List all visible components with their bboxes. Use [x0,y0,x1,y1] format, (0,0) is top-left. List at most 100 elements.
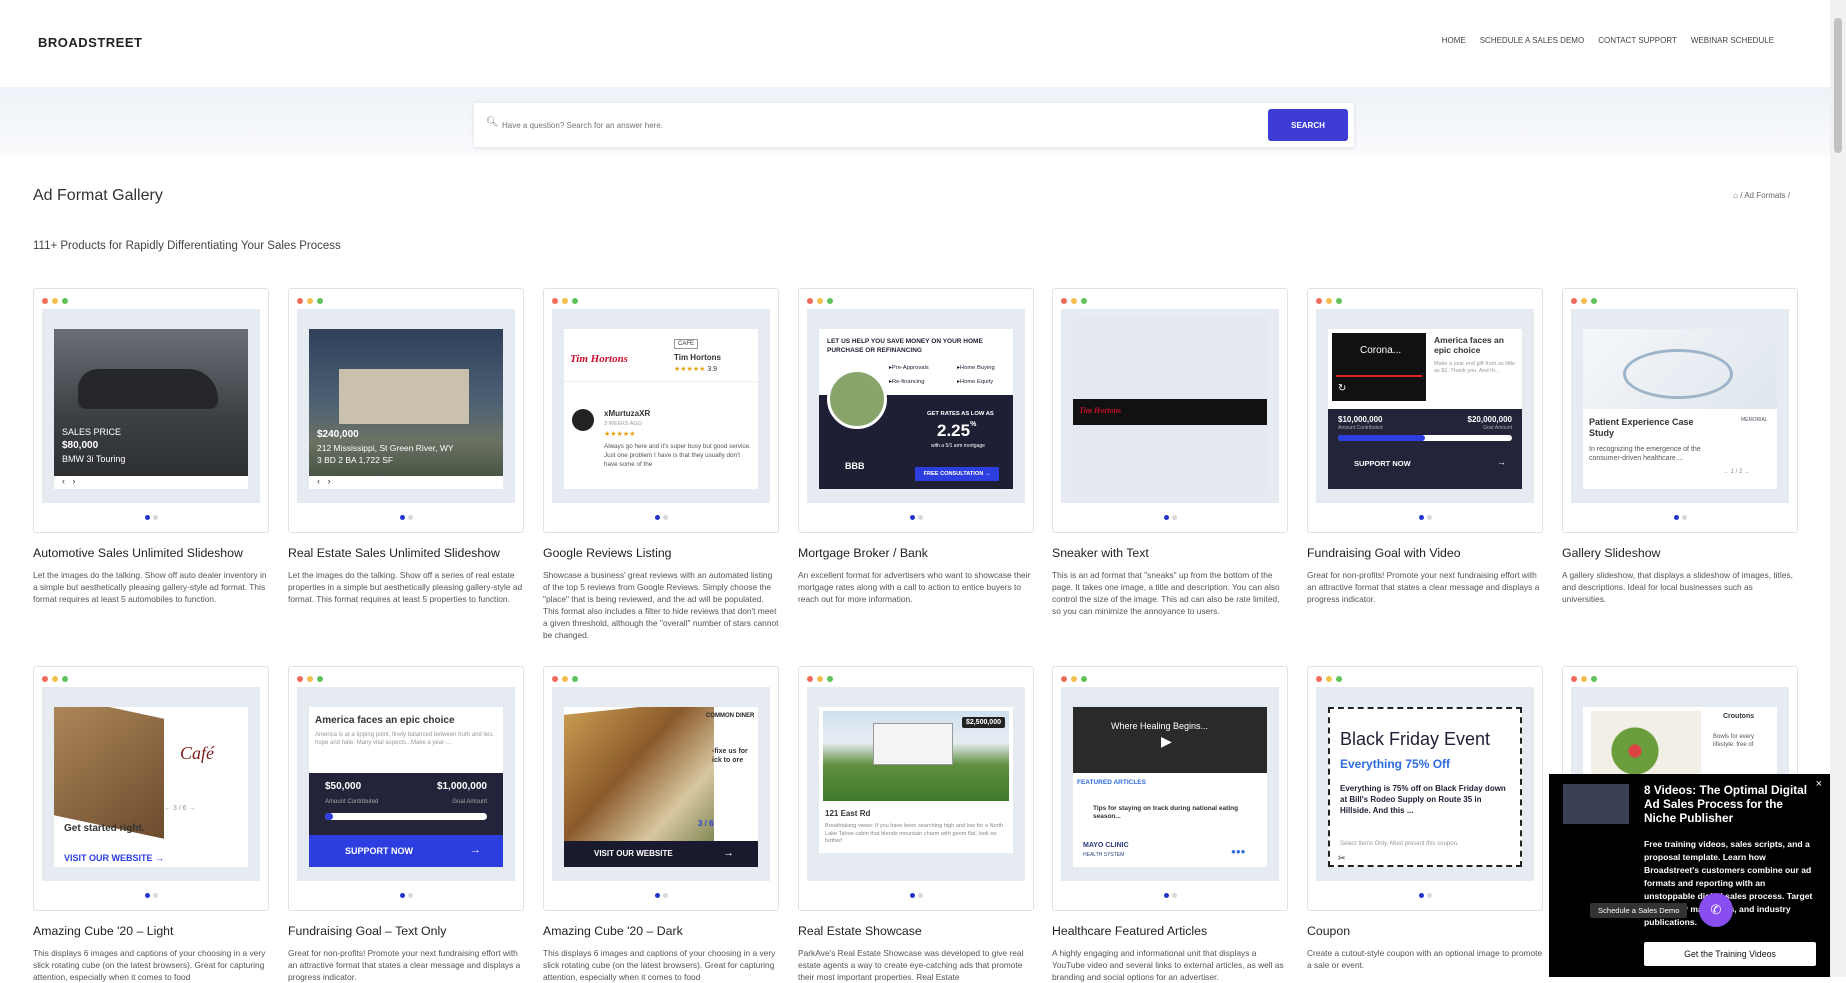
pager[interactable] [1308,893,1542,898]
slide-counter[interactable]: ← 1 / 2 → [1723,469,1750,475]
pager[interactable] [799,515,1033,520]
review-text: Always go here and it's super busy but g… [604,443,751,468]
pager[interactable] [1308,515,1542,520]
pager[interactable] [34,515,268,520]
sneaker-bar: Tim Hortons [1073,399,1267,425]
window-dots [297,298,323,304]
logo[interactable]: BROADSTREET [38,35,142,50]
ad-body: Bowls for every lifestyle: free of [1713,734,1755,748]
slide-arrows[interactable]: ‹ › [54,476,248,489]
fundraising-ad: Corona... ↻ America faces an epic choice… [1328,329,1522,489]
card-description: Great for non-profits! Promote your next… [288,948,521,982]
coupon-body: Everything is 75% off on Black Friday do… [1340,784,1506,815]
search-button[interactable]: SEARCH [1268,109,1348,141]
breadcrumb-text[interactable]: / Ad Formats / [1740,191,1790,200]
home-icon[interactable]: ⌂ [1733,191,1738,200]
close-icon[interactable]: × [1816,778,1822,790]
card-title[interactable]: Amazing Cube '20 – Light [33,924,269,938]
card-google-reviews[interactable]: Tim Hortons CAFE Tim Hortons ★★★★★ 3.9 x… [543,288,779,641]
support-button[interactable]: SUPPORT NOW [1354,459,1411,468]
pager[interactable] [544,515,778,520]
slide-arrows[interactable]: ‹ › [309,476,503,489]
pager[interactable] [1053,515,1287,520]
card-title[interactable]: Coupon [1307,924,1543,938]
page-title: Ad Format Gallery [33,187,163,204]
phone-icon[interactable]: ✆ [1699,893,1733,927]
scissors-icon: ✂ [1338,853,1346,863]
card-sneaker[interactable]: Tim Hortons Sneaker with Text This is an… [1052,288,1288,617]
card-title[interactable]: Automotive Sales Unlimited Slideshow [33,546,269,560]
visit-website-link[interactable]: VISIT OUR WEBSITE → [64,853,164,863]
side-text: -fixe us for ick to ore [712,748,748,764]
replay-icon[interactable]: ↻ [1338,383,1346,394]
card-mortgage[interactable]: LET US HELP YOU SAVE MONEY ON YOUR HOME … [798,288,1034,605]
pager[interactable] [289,515,523,520]
pager[interactable] [1053,893,1287,898]
search-input[interactable] [500,113,1200,137]
scrollbar-thumb[interactable] [1834,18,1842,153]
card-title[interactable]: Fundraising Goal with Video [1307,546,1543,560]
article-link[interactable]: Tips for staying on track during nationa… [1093,805,1243,821]
pager[interactable] [1563,515,1797,520]
sales-demo-tooltip[interactable]: Schedule a Sales Demo [1590,903,1688,918]
ad-body: America is at a tipping point, finely ba… [315,732,495,746]
training-videos-button[interactable]: Get the Training Videos [1644,942,1816,966]
card-title[interactable]: Gallery Slideshow [1562,546,1798,560]
video-player[interactable]: Corona... ↻ [1332,333,1426,401]
card-title[interactable]: Healthcare Featured Articles [1052,924,1288,938]
card-description: Great for non-profits! Promote your next… [1307,570,1540,604]
video-player[interactable]: Where Healing Begins... ▶ [1073,707,1267,773]
card-gallery-slideshow[interactable]: Patient Experience Case Study MEMORIAL I… [1562,288,1798,605]
nav-contact-support[interactable]: CONTACT SUPPORT [1598,36,1677,45]
nav-webinar-schedule[interactable]: WEBINAR SCHEDULE [1691,36,1774,45]
arrow-icon: → [1497,457,1506,467]
raised-label: Amount Contributed [325,799,379,805]
cta-bar[interactable]: VISIT OUR WEBSITE → [564,841,758,867]
preview-frame: $240,000 212 Mississippi, St Green River… [288,288,524,533]
price-badge: $2,500,000 [961,717,1005,728]
card-real-estate-slideshow[interactable]: $240,000 212 Mississippi, St Green River… [288,288,524,605]
window-dots [1571,298,1597,304]
category-tag: CAFE [674,339,699,349]
consultation-button[interactable]: FREE CONSULTATION → [915,467,999,481]
raised-label: Amount Contributed [1338,425,1383,431]
social-icons[interactable]: ●●● [1231,847,1246,856]
bbb-logo: BBB [845,461,865,471]
play-icon[interactable]: ▶ [1161,733,1172,750]
card-title[interactable]: Google Reviews Listing [543,546,779,560]
nav-home[interactable]: HOME [1442,36,1466,45]
progress-track [325,813,487,820]
amount-raised: $50,000 [325,781,362,792]
card-coupon[interactable]: Black Friday Event Everything 75% Off Ev… [1307,666,1543,971]
card-automotive[interactable]: SALES PRICE $80,000 BMW 3i Touring ‹ › A… [33,288,269,605]
page-scrollbar[interactable] [1830,0,1846,977]
mayo-sub: HEALTH SYSTEM [1083,852,1125,858]
card-fundraising-video[interactable]: Corona... ↻ America faces an epic choice… [1307,288,1543,605]
card-healthcare-articles[interactable]: Where Healing Begins... ▶ FEATURED ARTIC… [1052,666,1288,983]
ad-headline: LET US HELP YOU SAVE MONEY ON YOUR HOME … [827,338,983,354]
card-cube-dark[interactable]: COMMON DINER -fixe us for ick to ore 3 /… [543,666,779,983]
pager[interactable] [34,893,268,898]
card-title[interactable]: Amazing Cube '20 – Dark [543,924,779,938]
slide-counter[interactable]: 3 / 6 [698,819,714,828]
progress-track [1338,435,1512,441]
slide-counter[interactable]: ← 3 / 6 → [164,805,196,812]
nav-schedule-demo[interactable]: SCHEDULE A SALES DEMO [1480,36,1584,45]
pager[interactable] [289,893,523,898]
card-title[interactable]: Real Estate Sales Unlimited Slideshow [288,546,524,560]
card-cube-light[interactable]: Café ← 3 / 6 → Get started right. VISIT … [33,666,269,983]
card-title[interactable]: Sneaker with Text [1052,546,1288,560]
pager[interactable] [544,893,778,898]
window-dots [1316,298,1342,304]
card-fundraising-text[interactable]: America faces an epic choice America is … [288,666,524,983]
pager[interactable] [799,893,1033,898]
preview-screen: $240,000 212 Mississippi, St Green River… [297,309,515,503]
coffee-image [54,707,164,839]
card-real-estate-showcase[interactable]: $2,500,000 121 East Rd Breathtaking view… [798,666,1034,983]
support-button[interactable]: SUPPORT NOW → [309,835,503,867]
card-title[interactable]: Real Estate Showcase [798,924,1034,938]
section-label: FEATURED ARTICLES [1077,779,1146,786]
card-title[interactable]: Mortgage Broker / Bank [798,546,1034,560]
property-address: 121 East Rd [825,809,871,818]
card-title[interactable]: Fundraising Goal – Text Only [288,924,524,938]
